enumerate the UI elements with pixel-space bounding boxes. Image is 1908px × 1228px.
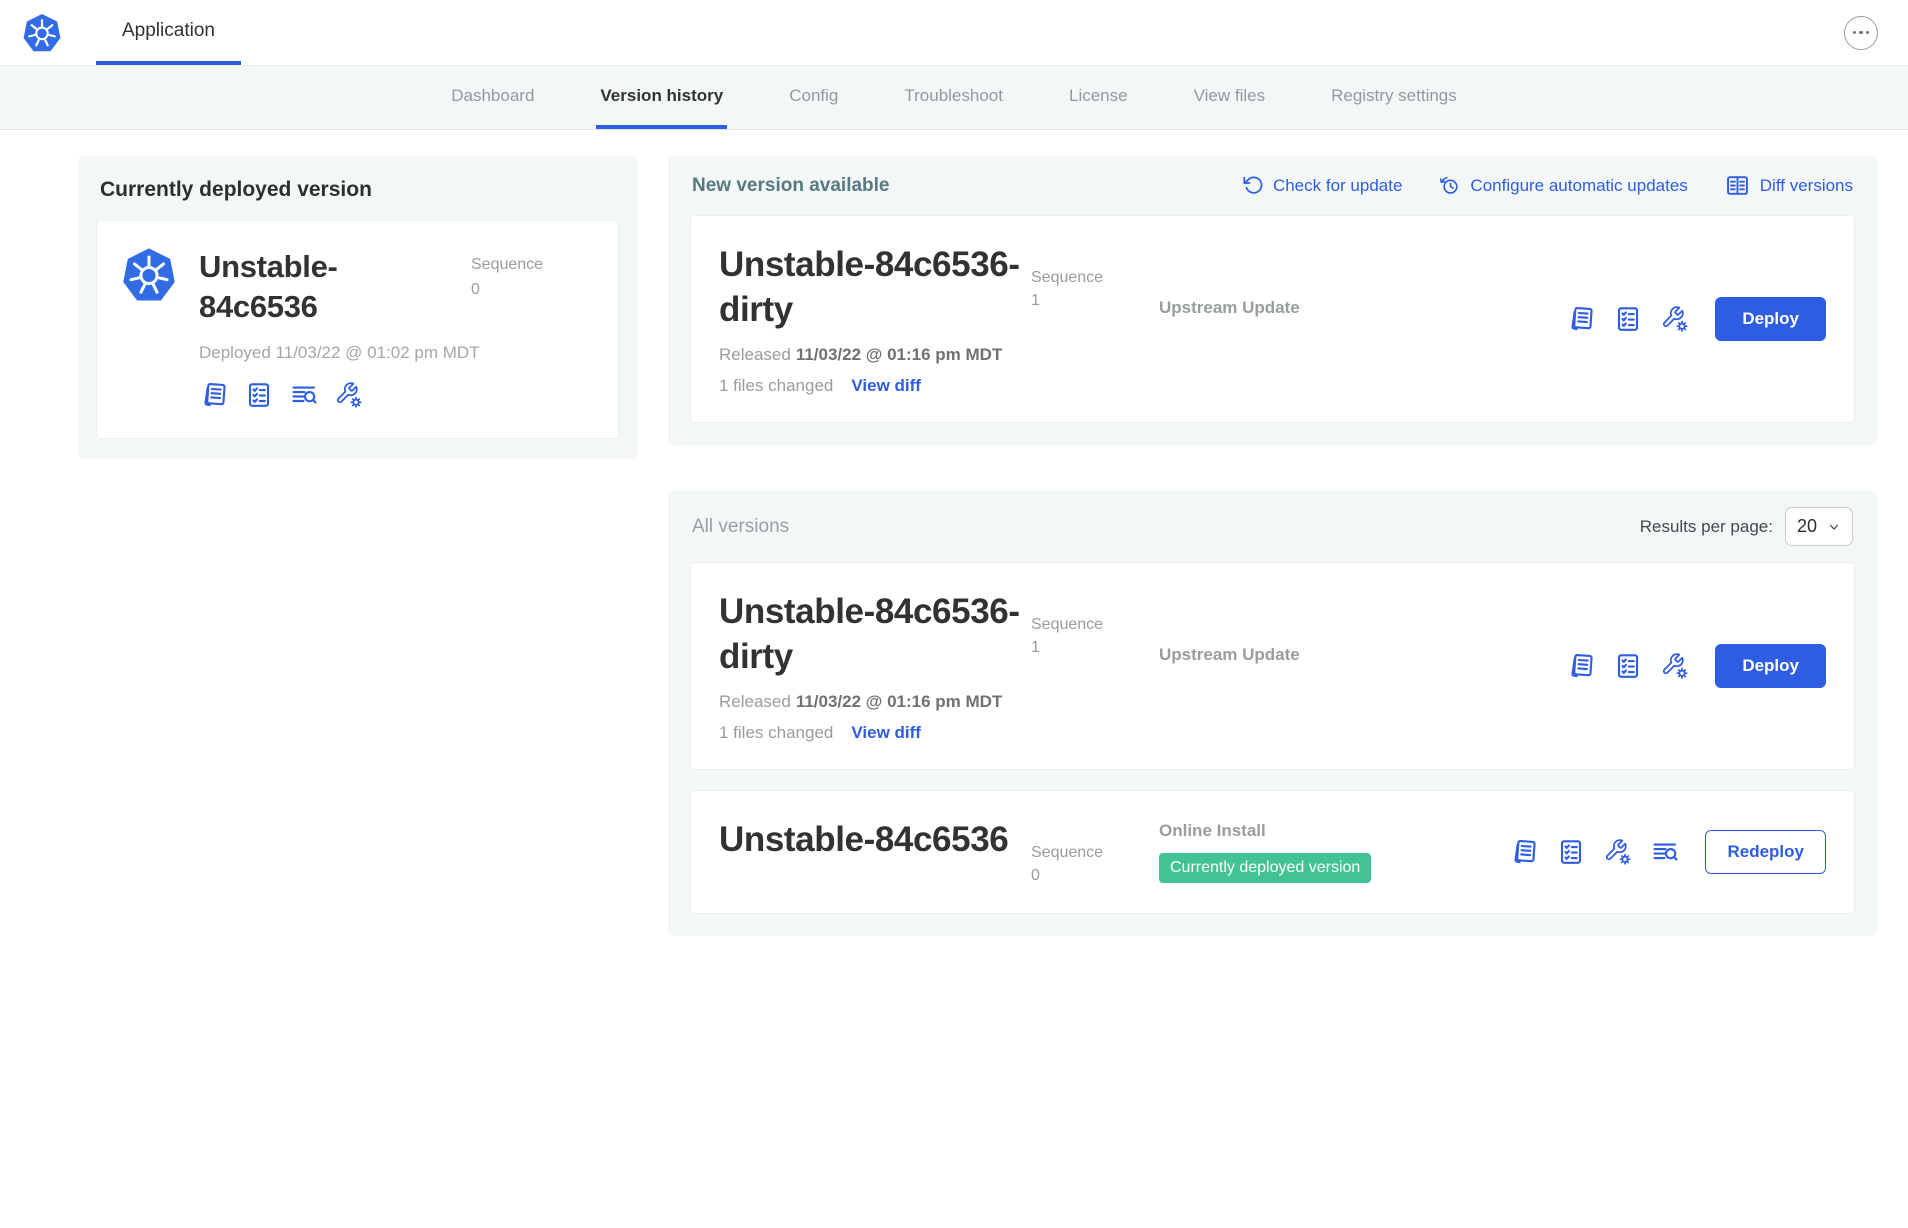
release-notes-icon[interactable] [1509, 837, 1539, 867]
version-released: Released11/03/22 @ 01:16 pm MDT [719, 345, 1031, 365]
view-logs-icon[interactable] [289, 380, 319, 410]
deployed-timestamp: Deployed 11/03/22 @ 01:02 pm MDT [199, 343, 594, 363]
version-title: Unstable-84c6536 [719, 817, 1031, 862]
new-version-heading: New version available [692, 175, 890, 197]
deployed-version-title: Unstable-84c6536 [199, 247, 449, 327]
new-version-section: New version available Check for update C… [668, 156, 1877, 445]
version-released: Released11/03/22 @ 01:16 pm MDT [719, 692, 1031, 712]
tab-troubleshoot[interactable]: Troubleshoot [900, 66, 1007, 129]
right-column: New version available Check for update C… [668, 156, 1877, 936]
files-changed: 1 files changed [719, 376, 833, 396]
diff-icon [1724, 172, 1751, 199]
currently-deployed-heading: Currently deployed version [100, 178, 615, 202]
edit-config-icon[interactable] [1660, 304, 1690, 334]
redeploy-button[interactable]: Redeploy [1705, 830, 1826, 874]
version-sequence: Sequence 0 [1031, 841, 1159, 887]
tab-version-history[interactable]: Version history [596, 66, 727, 129]
currently-deployed-badge: Currently deployed version [1159, 853, 1371, 883]
check-for-update-link[interactable]: Check for update [1241, 174, 1402, 197]
tab-view-files[interactable]: View files [1190, 66, 1270, 129]
deploy-button[interactable]: Deploy [1715, 297, 1826, 341]
diff-versions-link[interactable]: Diff versions [1724, 172, 1853, 199]
tab-dashboard[interactable]: Dashboard [447, 66, 538, 129]
version-actions: Deploy [1566, 644, 1826, 688]
all-versions-heading: All versions [692, 516, 789, 538]
kubernetes-app-icon [121, 247, 177, 303]
chevron-down-icon [1827, 520, 1841, 534]
view-logs-icon[interactable] [1650, 837, 1680, 867]
version-actions: Redeploy [1509, 830, 1826, 874]
tab-license[interactable]: License [1065, 66, 1132, 129]
all-versions-section: All versions Results per page: 20 Unstab… [668, 491, 1877, 936]
preflight-checks-icon[interactable] [244, 380, 274, 410]
app-header: Application [0, 0, 1908, 66]
deployed-actions [199, 380, 594, 410]
ellipsis-icon [1853, 31, 1857, 35]
app-subnav: Dashboard Version history Config Trouble… [0, 66, 1908, 130]
version-source-block: Online Install Currently deployed versio… [1159, 821, 1371, 883]
new-version-card: Unstable-84c6536-dirty Released11/03/22 … [690, 215, 1855, 423]
release-notes-icon[interactable] [1566, 651, 1596, 681]
release-notes-icon[interactable] [199, 380, 229, 410]
configure-automatic-updates-link[interactable]: Configure automatic updates [1438, 174, 1687, 197]
app-tab-application[interactable]: Application [96, 0, 241, 65]
refresh-icon [1241, 174, 1264, 197]
files-changed: 1 files changed [719, 723, 833, 743]
edit-config-icon[interactable] [1660, 651, 1690, 681]
preflight-checks-icon[interactable] [1613, 651, 1643, 681]
edit-config-icon[interactable] [334, 380, 364, 410]
version-row: Unstable-84c6536-dirty Released11/03/22 … [690, 562, 1855, 770]
release-notes-icon[interactable] [1566, 304, 1596, 334]
app-tab-label: Application [122, 20, 215, 42]
deployed-version-card: Unstable-84c6536 Sequence 0 Deployed 11/… [96, 220, 619, 439]
update-schedule-icon [1438, 174, 1461, 197]
overflow-menu-button[interactable] [1844, 16, 1878, 50]
tab-config[interactable]: Config [785, 66, 842, 129]
deployed-sequence: Sequence 0 [471, 247, 557, 303]
version-source: Online Install [1159, 821, 1371, 841]
deploy-button[interactable]: Deploy [1715, 644, 1826, 688]
version-source: Upstream Update [1159, 645, 1300, 665]
version-title: Unstable-84c6536-dirty [719, 242, 1031, 332]
view-diff-link[interactable]: View diff [851, 376, 921, 396]
tab-registry-settings[interactable]: Registry settings [1327, 66, 1461, 129]
version-title: Unstable-84c6536-dirty [719, 589, 1031, 679]
version-source: Upstream Update [1159, 298, 1300, 318]
results-per-page-label: Results per page: [1640, 517, 1773, 537]
version-sequence: Sequence 1 [1031, 613, 1159, 659]
preflight-checks-icon[interactable] [1556, 837, 1586, 867]
main-content: Currently deployed version Unstable-84c6… [0, 130, 1908, 936]
version-sequence: Sequence 1 [1031, 266, 1159, 312]
results-per-page-select[interactable]: 20 [1785, 507, 1853, 546]
version-row: Unstable-84c6536 Sequence 0 Online Insta… [690, 790, 1855, 914]
view-diff-link[interactable]: View diff [851, 723, 921, 743]
version-actions: Deploy [1566, 297, 1826, 341]
currently-deployed-panel: Currently deployed version Unstable-84c6… [78, 156, 637, 459]
kubernetes-logo-icon [22, 13, 62, 53]
preflight-checks-icon[interactable] [1613, 304, 1643, 334]
edit-config-icon[interactable] [1603, 837, 1633, 867]
